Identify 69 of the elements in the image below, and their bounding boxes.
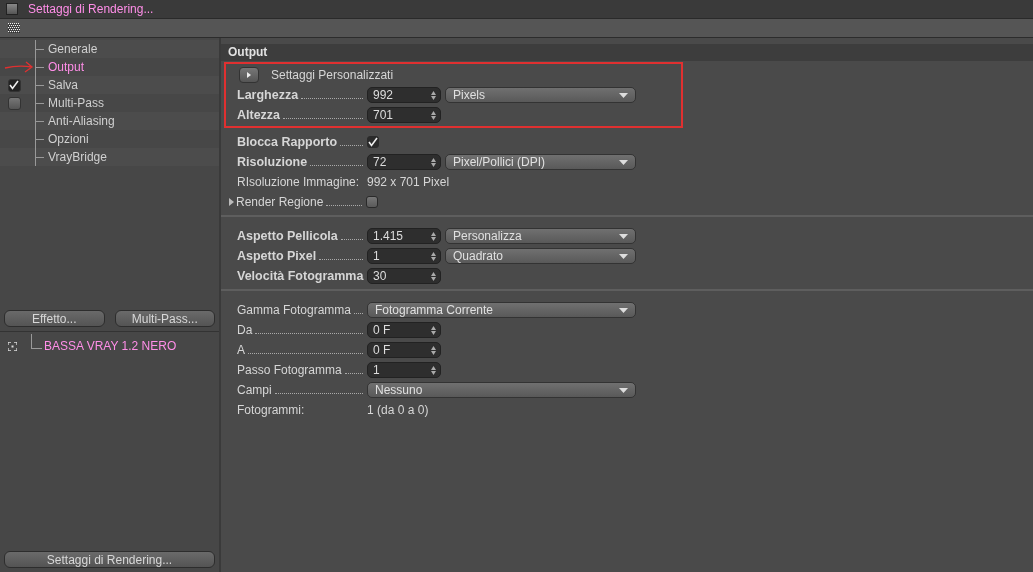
dropdown[interactable]: Nessuno (367, 382, 636, 398)
number-field[interactable]: 0 F (367, 342, 441, 358)
checkbox[interactable] (366, 196, 378, 208)
field-label: Aspetto Pixel (237, 249, 317, 263)
dropdown[interactable]: Pixels (445, 87, 636, 103)
field-label: Campi (237, 383, 272, 397)
grip-icon[interactable] (8, 23, 20, 33)
spinner-arrows-icon[interactable] (431, 90, 436, 100)
field-label: Gamma Fotogramma (237, 303, 352, 317)
spinner-arrows-icon[interactable] (431, 345, 436, 355)
dropdown[interactable]: Pixel/Pollici (DPI) (445, 154, 636, 170)
field-label: Larghezza (237, 88, 299, 102)
sidebar-button[interactable]: Multi-Pass... (114, 310, 215, 327)
field-label: Altezza (237, 108, 281, 122)
caret-icon (619, 233, 628, 239)
field-label: Render Regione (236, 195, 324, 209)
field-label: Passo Fotogramma (237, 363, 342, 377)
spinner-arrows-icon[interactable] (431, 365, 436, 375)
caret-icon (619, 253, 628, 259)
dropdown[interactable]: Personalizza (445, 228, 636, 244)
caret-icon (619, 159, 628, 165)
field-label: Risoluzione (237, 155, 308, 169)
number-field[interactable]: 1.415 (367, 228, 441, 244)
dropdown[interactable]: Fotogramma Corrente (367, 302, 636, 318)
render-settings-button[interactable]: Settaggi di Rendering... (4, 551, 215, 568)
expand-button[interactable] (239, 67, 259, 83)
sidebar-item[interactable]: Salva (48, 78, 79, 92)
window-button[interactable] (6, 3, 18, 15)
spinner-arrows-icon[interactable] (431, 110, 436, 120)
spinner-arrows-icon[interactable] (431, 157, 436, 167)
number-field[interactable]: 1 (367, 248, 441, 264)
number-field[interactable]: 701 (367, 107, 441, 123)
field-label: A (237, 343, 245, 357)
checkbox[interactable] (7, 78, 21, 92)
checkbox[interactable] (7, 96, 21, 110)
number-field[interactable]: 72 (367, 154, 441, 170)
info-label: RIsoluzione Immagine: (237, 175, 361, 189)
sidebar-item[interactable]: Output (48, 60, 85, 74)
preset-item[interactable]: BASSA VRAY 1.2 NERO (44, 339, 177, 353)
field-label: Velocità Fotogramma (237, 269, 364, 283)
window-title: Settaggi di Rendering... (28, 2, 154, 16)
caret-icon (619, 307, 628, 313)
spinner-arrows-icon[interactable] (431, 325, 436, 335)
field-label: Blocca Rapporto (237, 135, 337, 149)
checkbox[interactable] (367, 136, 379, 148)
info-value: 992 x 701 Pixel (367, 175, 450, 189)
section-header: Output (221, 44, 1033, 61)
spinner-arrows-icon[interactable] (431, 231, 436, 241)
sidebar-button[interactable]: Effetto... (4, 310, 105, 327)
spinner-arrows-icon[interactable] (431, 251, 436, 261)
number-field[interactable]: 992 (367, 87, 441, 103)
play-icon (247, 72, 251, 78)
field-label: Aspetto Pellicola (237, 229, 338, 243)
field-label: Da (237, 323, 253, 337)
caret-icon (619, 92, 628, 98)
spinner-arrows-icon[interactable] (431, 271, 436, 281)
sidebar-item[interactable]: Opzioni (48, 132, 89, 146)
caret-icon (619, 387, 628, 393)
section-label: Settaggi Personalizzati (271, 68, 394, 82)
info-value: 1 (da 0 a 0) (367, 403, 429, 417)
sidebar-item[interactable]: Multi-Pass (48, 96, 104, 110)
info-label: Fotogrammi: (237, 403, 306, 417)
number-field[interactable]: 30 (367, 268, 441, 284)
number-field[interactable]: 0 F (367, 322, 441, 338)
target-icon (8, 341, 17, 351)
number-field[interactable]: 1 (367, 362, 441, 378)
sidebar-item[interactable]: Generale (48, 42, 98, 56)
dropdown[interactable]: Quadrato (445, 248, 636, 264)
expand-arrow-icon[interactable] (229, 198, 234, 206)
